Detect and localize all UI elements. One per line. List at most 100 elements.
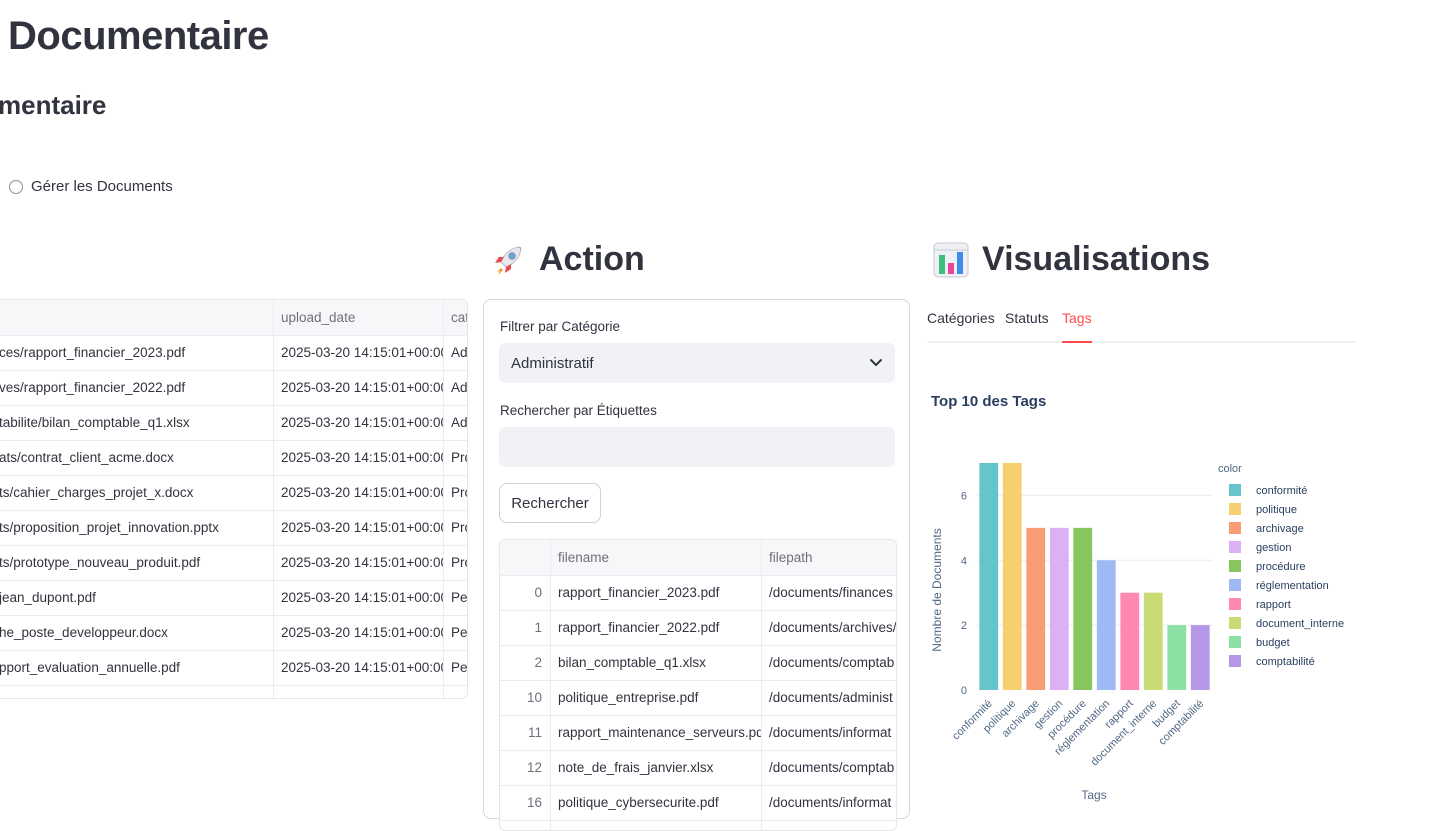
column-divider (761, 540, 762, 830)
table-row[interactable]: 11 rapport_maintenance_serveurs.pdf/docum… (500, 715, 896, 751)
legend-label: document_interne (1256, 618, 1344, 630)
table-cell: note_de_frais_janvier.xlsx (558, 760, 714, 775)
search-tags-input[interactable] (499, 427, 895, 467)
chevron-down-icon (869, 355, 883, 372)
filtered-documents-table[interactable]: filename filepath 0 rapport_financier_2023.… (499, 539, 897, 831)
table-cell: rapport_financier_2022.pdf (558, 620, 720, 635)
column-header[interactable]: filepath (761, 540, 896, 575)
column-divider (273, 300, 274, 698)
table-cell: ts/prototype_nouveau_produit.pdf (0, 555, 201, 570)
table-cell: /documents/archives/ (769, 620, 897, 635)
bar-conformité (979, 462, 999, 690)
table-row[interactable]: pport_evaluation_annuelle.pdf 2025-03-20 … (0, 650, 467, 686)
table-cell: 2025-03-20 14:15:01+00:00 (281, 380, 443, 395)
bar-procédure (1073, 527, 1093, 690)
table-cell: 2025-03-20 14:15:01+00:00 (281, 520, 443, 535)
bar-comptabilité (1190, 625, 1210, 690)
table-row[interactable]: 10 politique_entreprise.pdf/documents/adm… (500, 680, 896, 716)
legend-swatch (1229, 560, 1241, 572)
tab-tags[interactable]: Tags (1062, 310, 1092, 343)
table-row[interactable]: tabilite/bilan_comptable_q1.xlsx 2025-03-… (0, 405, 467, 441)
table-cell: rapport_financier_2023.pdf (558, 585, 720, 600)
legend-label: gestion (1256, 542, 1291, 554)
bar-réglementation (1096, 560, 1116, 690)
bar-gestion (1049, 527, 1069, 690)
table-cell: pport_evaluation_annuelle.pdf (0, 660, 180, 675)
table-row[interactable]: ats/contrat_client_acme.docx 2025-03-20 1… (0, 440, 467, 476)
table-cell: /documents/finances (769, 585, 893, 600)
x-axis-label: Tags (1081, 788, 1106, 802)
legend-label: comptabilité (1256, 656, 1315, 668)
table-row[interactable]: 16 politique_cybersecurite.pdf/documents/… (500, 785, 896, 821)
legend-swatch (1229, 617, 1241, 629)
category-select-value: Administratif (511, 354, 594, 372)
column-header[interactable]: filename (550, 540, 761, 575)
y-axis-label: Nombre de Documents (930, 528, 944, 651)
legend-label: budget (1256, 637, 1290, 649)
table-cell: politique_cybersecurite.pdf (558, 795, 719, 810)
table-row[interactable]: ts/cahier_charges_projet_x.docx 2025-03-2… (0, 475, 467, 511)
legend-swatch (1229, 484, 1241, 496)
y-tick-label: 0 (961, 685, 967, 697)
table-row[interactable]: ves/rapport_financier_2022.pdf 2025-03-20… (0, 370, 467, 406)
table-cell: 2025-03-20 14:15:01+00:00 (281, 415, 443, 430)
table-row[interactable]: he_poste_developpeur.docx 2025-03-20 14:1… (0, 615, 467, 651)
column-header[interactable] (0, 300, 273, 335)
table-row[interactable]: 0 rapport_financier_2023.pdf/documents/fi… (500, 575, 896, 611)
table-row[interactable]: ts/proposition_projet_innovation.pptx 202… (0, 510, 467, 546)
table-cell: /documents/comptab (769, 760, 895, 775)
table-row[interactable]: jean_dupont.pdf 2025-03-20 14:15:01+00:00… (0, 580, 467, 616)
table-cell: Pro (451, 555, 467, 570)
visualisation-tabs: Catégories Statuts Tags (927, 310, 1355, 343)
table-cell: 2025-03-20 14:15:01+00:00 (281, 485, 443, 500)
legend-swatch (1229, 636, 1241, 648)
legend-label: politique (1256, 504, 1297, 516)
table-row[interactable]: 1 rapport_financier_2022.pdf/documents/ar… (500, 610, 896, 646)
table-cell: ves/rapport_financier_2022.pdf (0, 380, 186, 395)
table-cell: ats/contrat_client_acme.docx (0, 450, 174, 465)
legend-label: réglementation (1256, 580, 1329, 592)
table-cell: ces/rapport_financier_2023.pdf (0, 345, 186, 360)
legend-label: conformité (1256, 485, 1307, 497)
search-tags-label: Rechercher par Étiquettes (500, 403, 657, 418)
table-row[interactable]: 12 note_de_frais_janvier.xlsx/documents/c… (500, 750, 896, 786)
bar-rapport (1120, 592, 1140, 690)
category-select[interactable]: Administratif (499, 343, 895, 383)
rocket-icon (489, 241, 527, 279)
visualisations-heading: Visualisations (932, 240, 1210, 279)
column-header[interactable]: upload_date (273, 300, 443, 335)
table-cell: Ad (451, 380, 468, 395)
action-panel: Filtrer par Catégorie Administratif Rech… (483, 299, 910, 831)
table-cell: /documents/comptab (769, 655, 895, 670)
tab-categories[interactable]: Catégories (927, 310, 995, 341)
bar-chart-icon (932, 241, 970, 279)
table-cell: ts/proposition_projet_innovation.pptx (0, 520, 219, 535)
y-tick-label: 6 (961, 490, 967, 502)
page-subtitle: mentaire (0, 90, 107, 120)
table-cell: he_poste_developpeur.docx (0, 625, 168, 640)
action-heading: Action (489, 240, 645, 279)
legend-swatch (1229, 522, 1241, 534)
search-button[interactable]: Rechercher (499, 483, 601, 523)
table-cell: politique_entreprise.pdf (558, 690, 699, 705)
table-cell: 2025-03-20 14:15:01+00:00 (281, 555, 443, 570)
legend-label: archivage (1256, 523, 1304, 535)
table-row[interactable]: ts/prototype_nouveau_produit.pdf 2025-03-… (0, 545, 467, 581)
table-cell: Pro (451, 450, 467, 465)
tab-statuts[interactable]: Statuts (1005, 310, 1049, 341)
column-header[interactable]: cat (443, 300, 467, 335)
documents-table[interactable]: upload_date cat ces/rapport_financier_2023… (0, 299, 468, 699)
table-header-row: filename filepath (500, 540, 896, 576)
radio-button[interactable] (9, 179, 23, 194)
action-heading-text: Action (539, 240, 645, 278)
column-header[interactable] (500, 540, 550, 575)
table-row[interactable]: 2 bilan_comptable_q1.xlsx/documents/compt… (500, 645, 896, 681)
table-cell: 16 (526, 795, 542, 810)
chart-title: Top 10 des Tags (931, 393, 1047, 410)
bar-document_interne (1143, 592, 1163, 690)
page-title: Documentaire (8, 14, 269, 58)
table-cell: 2 (534, 655, 542, 670)
table-row[interactable]: ces/rapport_financier_2023.pdf 2025-03-20… (0, 335, 467, 371)
table-cell: /documents/administ (769, 690, 893, 705)
radio-option-manage-documents[interactable]: Gérer les Documents (9, 178, 173, 195)
